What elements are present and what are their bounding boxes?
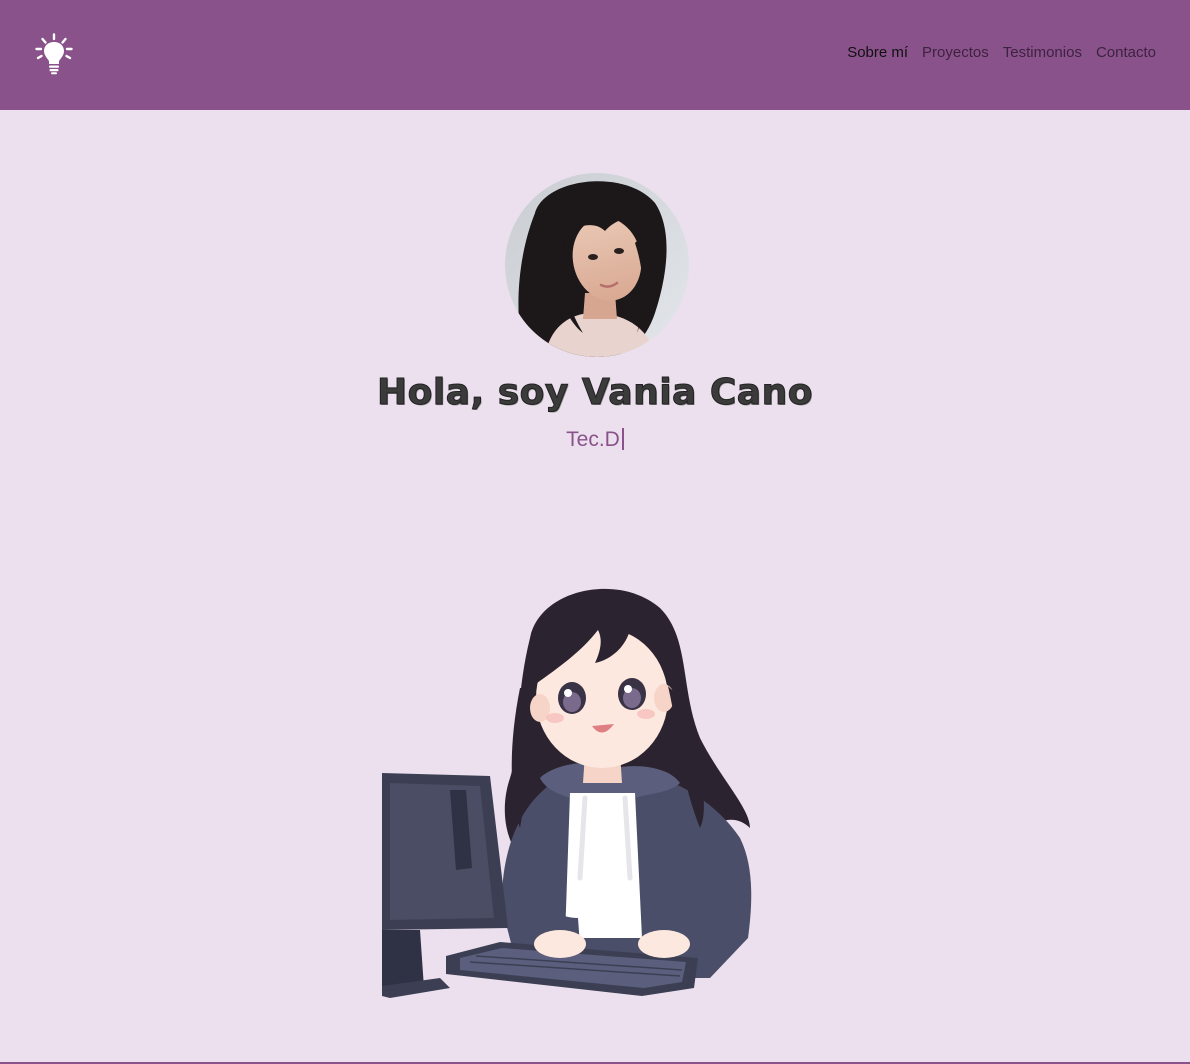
nav-link-sobre-mi[interactable]: Sobre mí — [847, 44, 908, 61]
nav-link-contacto[interactable]: Contacto — [1096, 44, 1156, 61]
hero-subtitle: Tec.D — [0, 428, 1190, 452]
nav-links: Sobre mí Proyectos Testimonios Contacto — [833, 44, 1156, 61]
typed-text: Tec.D — [566, 428, 620, 451]
nav-link-testimonios[interactable]: Testimonios — [1003, 44, 1082, 61]
navbar: Sobre mí Proyectos Testimonios Contacto — [0, 0, 1190, 110]
hero-title: Hola, soy Vania Cano — [377, 372, 813, 414]
lightbulb-icon[interactable] — [34, 33, 74, 75]
profile-photo — [505, 173, 689, 357]
typing-caret — [621, 428, 624, 450]
nav-link-proyectos[interactable]: Proyectos — [922, 44, 989, 61]
girl-at-computer-illustration — [380, 578, 760, 1000]
